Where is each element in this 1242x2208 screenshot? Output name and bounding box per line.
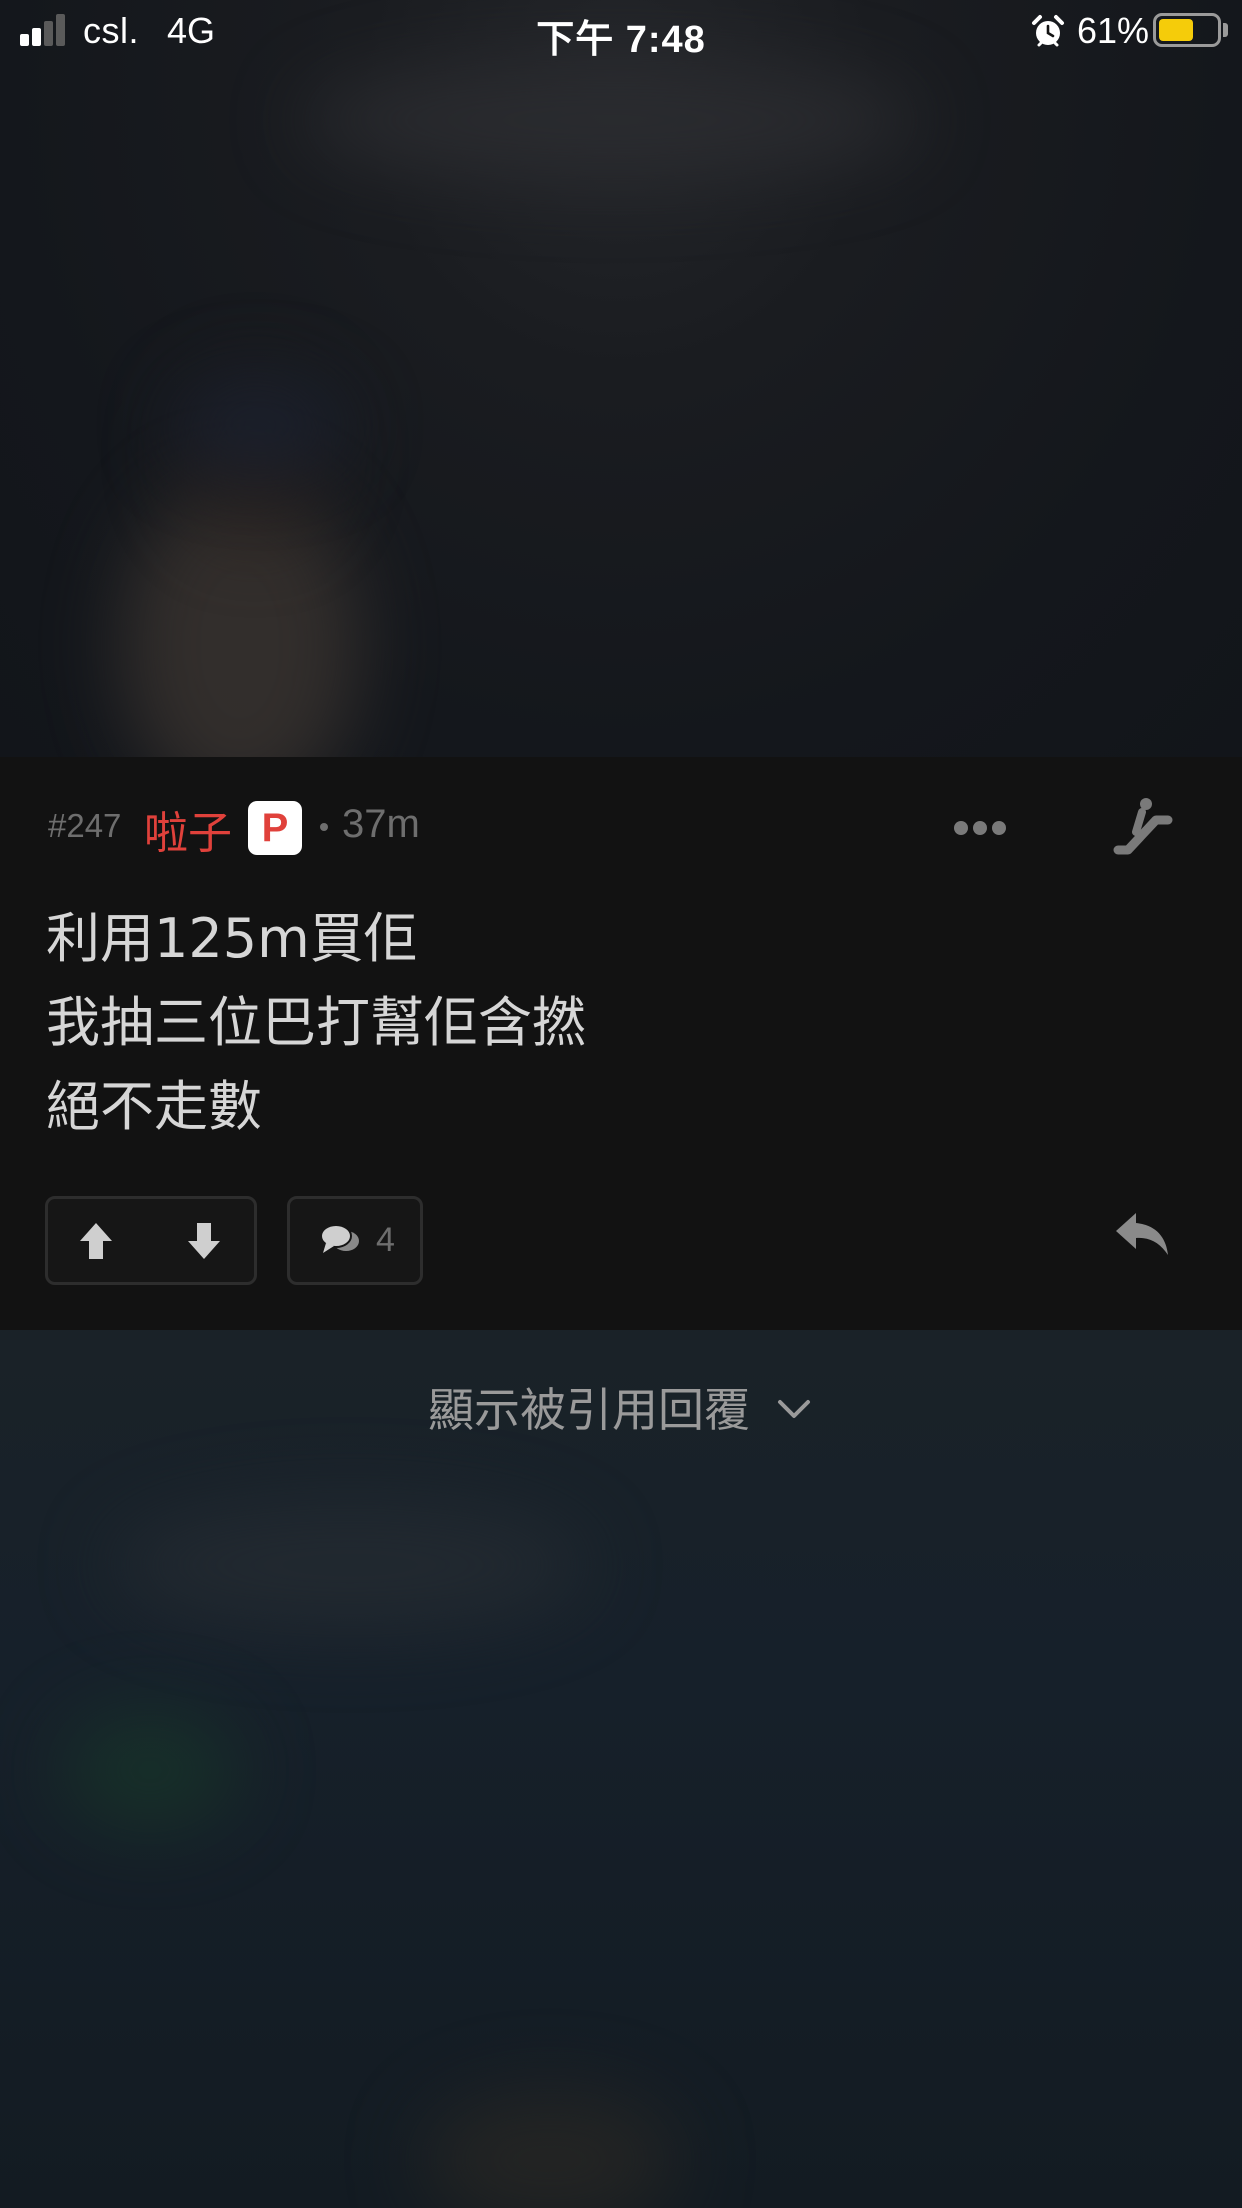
background-blur-shape (60, 1710, 240, 1830)
separator-dot (320, 823, 328, 831)
alarm-icon (1032, 15, 1064, 47)
chevron-down-icon (778, 1400, 810, 1418)
status-bar: csl. 4G 下午 7:48 61% (0, 0, 1242, 62)
post-number: #247 (48, 807, 122, 844)
post-time: 37m (342, 802, 420, 846)
vote-box (45, 1196, 257, 1285)
user-badge: P (248, 801, 302, 855)
battery-level-fill (1159, 19, 1193, 41)
escalator-icon[interactable] (1110, 794, 1174, 858)
post-card: #247 啦子 P 37m 利用125m買佢 我抽三位巴打幫佢含撚 絕不走數 4 (0, 757, 1242, 1330)
background-blur-shape (170, 380, 350, 470)
more-options-button[interactable] (950, 807, 1010, 847)
more-icon (954, 821, 968, 835)
show-quoted-label: 顯示被引用回覆 (428, 1383, 750, 1437)
comment-icon (320, 1224, 359, 1253)
post-body-line: 絕不走數 (46, 1075, 262, 1138)
blurred-background-top (0, 0, 1242, 757)
comment-button[interactable]: 4 (287, 1196, 423, 1285)
show-quoted-replies[interactable]: 顯示被引用回覆 (0, 1380, 1242, 1444)
comment-count: 4 (376, 1221, 395, 1259)
post-body-line: 我抽三位巴打幫佢含撚 (46, 991, 586, 1054)
more-icon-dot (992, 821, 1006, 835)
battery-icon (1153, 13, 1221, 47)
post-username[interactable]: 啦子 (144, 797, 232, 861)
post-body: 利用125m買佢 我抽三位巴打幫佢含撚 絕不走數 (46, 897, 1196, 1149)
post-body-line: 利用125m買佢 (46, 907, 418, 970)
more-icon-dot (973, 821, 987, 835)
battery-tip (1223, 23, 1228, 37)
blurred-background-bottom (0, 1330, 1242, 2208)
background-blur-shape (420, 2090, 680, 2208)
downvote-icon[interactable] (184, 1219, 224, 1263)
background-blur-shape (300, 60, 920, 180)
battery-percent: 61% (1077, 10, 1150, 51)
upvote-icon[interactable] (76, 1219, 116, 1263)
reply-icon[interactable] (1112, 1205, 1172, 1261)
background-blur-shape (110, 1500, 590, 1630)
